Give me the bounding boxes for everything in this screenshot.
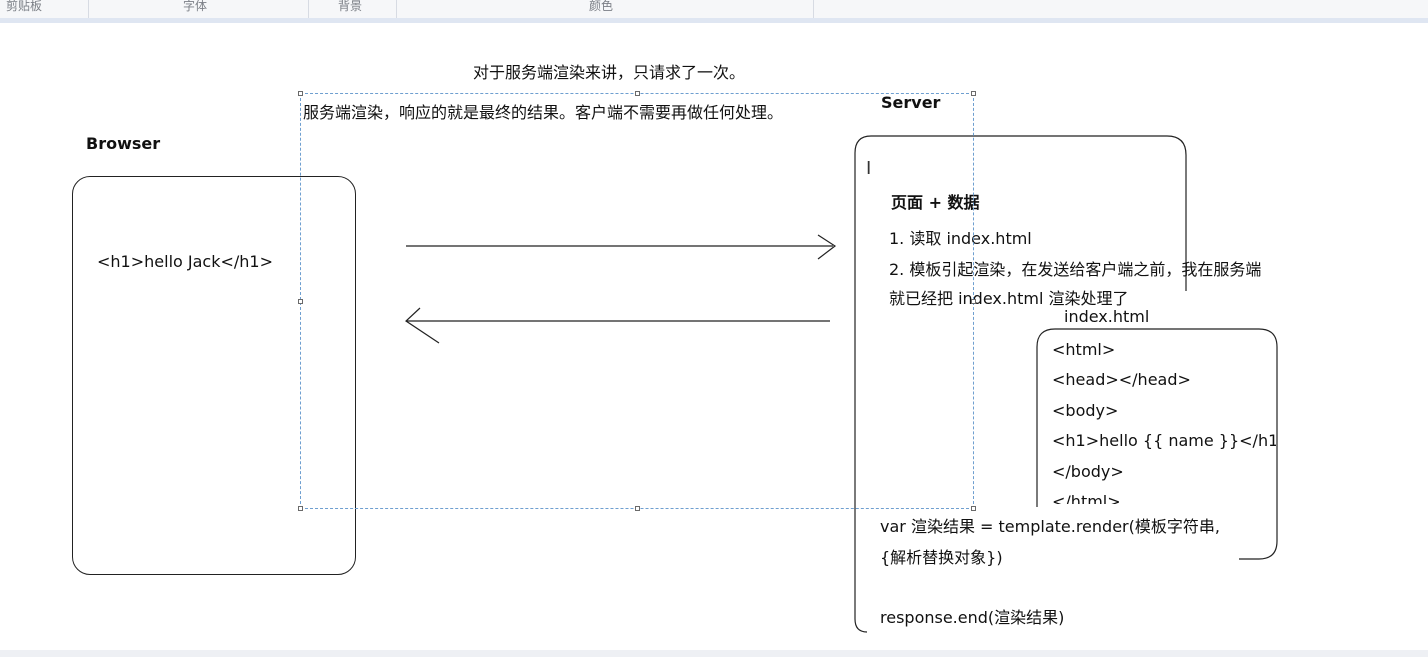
resize-handle-bottom-left[interactable] bbox=[298, 506, 303, 511]
template-line: </html> bbox=[1052, 492, 1121, 504]
browser-label: Browser bbox=[86, 134, 161, 153]
paint-ribbon-bar: 剪贴板 字体 背景 颜色 bbox=[0, 0, 1428, 19]
ribbon-separator bbox=[308, 0, 309, 18]
ribbon-separator bbox=[396, 0, 397, 18]
selection-rectangle[interactable] bbox=[298, 91, 976, 511]
template-code-area: <html> <head></head> <body> <h1>hello {{… bbox=[1040, 338, 1276, 504]
ribbon-group-color[interactable]: 颜色 bbox=[589, 0, 613, 14]
ribbon-separator bbox=[88, 0, 89, 18]
status-bar bbox=[0, 650, 1428, 657]
ribbon-group-background[interactable]: 背景 bbox=[338, 0, 362, 14]
resize-handle-right[interactable] bbox=[971, 299, 976, 304]
diagram-title-note: 对于服务端渲染来讲，只请求了一次。 bbox=[473, 63, 746, 82]
ribbon-group-font[interactable]: 字体 bbox=[183, 0, 207, 14]
resize-handle-left[interactable] bbox=[298, 299, 303, 304]
server-code-line-3: response.end(渲染结果) bbox=[880, 608, 1065, 627]
template-line: </body> bbox=[1052, 462, 1124, 481]
ribbon-separator bbox=[813, 0, 814, 18]
template-line: <head></head> bbox=[1052, 370, 1191, 389]
browser-content: <h1>hello Jack</h1> bbox=[97, 252, 273, 271]
template-line: <body> bbox=[1052, 401, 1119, 420]
ribbon-group-clipboard[interactable]: 剪贴板 bbox=[6, 0, 42, 14]
resize-handle-bottom-right[interactable] bbox=[971, 506, 976, 511]
resize-handle-top-right[interactable] bbox=[971, 91, 976, 96]
template-line: <html> bbox=[1052, 340, 1116, 359]
resize-handle-top-left[interactable] bbox=[298, 91, 303, 96]
server-code-line-2: {解析替换对象}) bbox=[880, 548, 1003, 567]
server-code-line-1: var 渲染结果 = template.render(模板字符串, bbox=[880, 517, 1220, 536]
template-filename: index.html bbox=[1064, 307, 1150, 326]
resize-handle-top[interactable] bbox=[635, 91, 640, 96]
template-line: <h1>hello {{ name }}</h1> bbox=[1052, 431, 1276, 450]
resize-handle-bottom[interactable] bbox=[635, 506, 640, 511]
